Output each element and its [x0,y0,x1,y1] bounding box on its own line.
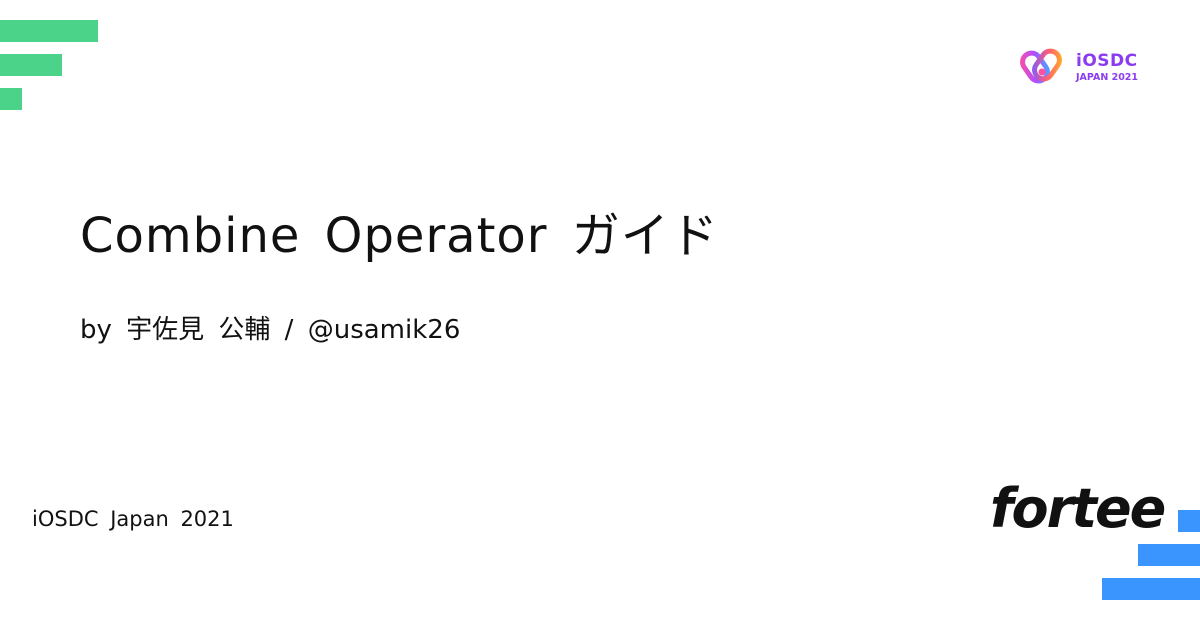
talk-title: Combine Operator ガイド [80,208,719,264]
decor-bar-blue-3 [1102,578,1200,600]
decor-bar-blue-2 [1138,544,1200,566]
decor-bar-green-1 [0,20,98,42]
decor-bar-blue-1 [1178,510,1200,532]
event-name: iOSDC Japan 2021 [32,507,234,531]
decor-bar-green-2 [0,54,62,76]
og-card: iOSDC JAPAN 2021 Combine Operator ガイド by… [0,0,1200,630]
iosdc-infinity-icon [1020,48,1062,84]
iosdc-logo-subtitle: JAPAN 2021 [1076,72,1139,83]
decor-bar-green-3 [0,88,22,110]
iosdc-logo: iOSDC JAPAN 2021 [1016,42,1146,98]
iosdc-logo-name: iOSDC [1076,51,1138,71]
fortee-logo: fortee [990,477,1166,540]
speaker-byline: by 宇佐見 公輔 / @usamik26 [80,315,461,345]
